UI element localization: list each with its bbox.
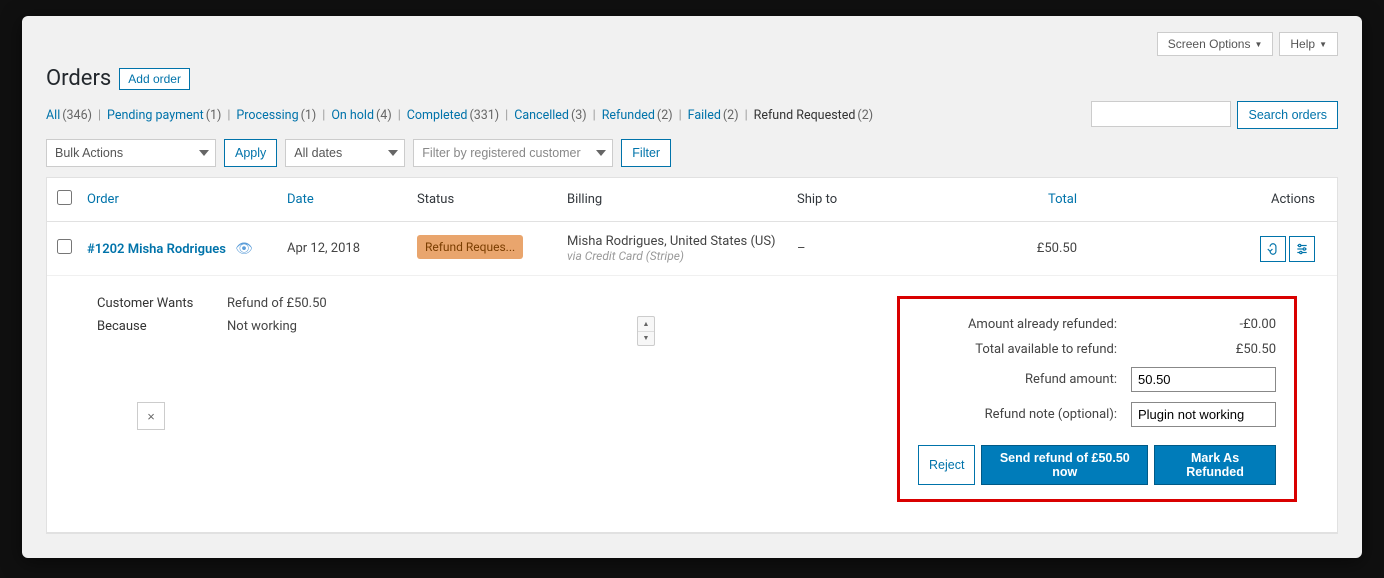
col-billing: Billing (567, 192, 797, 207)
close-button[interactable]: × (137, 402, 165, 430)
col-date[interactable]: Date (287, 192, 417, 207)
stepper-down-icon[interactable]: ▼ (638, 332, 654, 346)
table-row: #1202 Misha Rodrigues 👁 Apr 12, 2018 Ref… (47, 222, 1337, 276)
expanded-refund-panel: Customer Wants Refund of £50.50 Because … (47, 276, 1337, 533)
total-cell: £50.50 (977, 241, 1077, 256)
stepper-up-icon[interactable]: ▲ (638, 317, 654, 332)
chevron-down-icon: ▼ (1254, 40, 1262, 49)
customer-filter-select[interactable]: Filter by registered customer (413, 139, 613, 167)
dates-select[interactable]: All dates (285, 139, 405, 167)
because-value: Not working (227, 319, 297, 334)
orders-page: Screen Options ▼ Help ▼ Orders Add order… (22, 16, 1362, 558)
billing-cell: Misha Rodrigues, United States (US) via … (567, 234, 797, 263)
col-total[interactable]: Total (977, 192, 1077, 207)
filter-refund-requested[interactable]: Refund Requested (754, 108, 856, 123)
filter-processing[interactable]: Processing (236, 108, 298, 123)
filter-pending[interactable]: Pending payment (107, 108, 204, 123)
refund-note-label: Refund note (optional): (918, 407, 1117, 422)
already-refunded-value: -£0.00 (1131, 317, 1276, 332)
col-ship: Ship to (797, 192, 977, 207)
refund-form: Amount already refunded: -£0.00 Total av… (897, 296, 1297, 502)
order-link[interactable]: #1202 Misha Rodrigues (87, 242, 226, 257)
select-all-checkbox[interactable] (57, 190, 72, 205)
action-settings-icon[interactable] (1289, 236, 1315, 262)
help-label: Help (1290, 37, 1315, 51)
action-refund-icon[interactable] (1260, 236, 1286, 262)
billing-name: Misha Rodrigues, United States (US) (567, 234, 797, 249)
search-orders-button[interactable]: Search orders (1237, 101, 1338, 129)
available-refund-label: Total available to refund: (918, 342, 1117, 357)
because-label: Because (97, 319, 227, 334)
page-heading: Orders Add order (46, 66, 1338, 91)
already-refunded-label: Amount already refunded: (918, 317, 1117, 332)
eye-icon[interactable]: 👁 (235, 241, 253, 257)
filter-completed[interactable]: Completed (407, 108, 468, 123)
row-checkbox[interactable] (57, 239, 72, 254)
apply-button[interactable]: Apply (224, 139, 277, 167)
status-badge: Refund Reques... (417, 235, 523, 259)
top-controls: Screen Options ▼ Help ▼ (46, 32, 1338, 56)
col-status: Status (417, 192, 567, 207)
filter-failed[interactable]: Failed (688, 108, 721, 123)
table-header: Order Date Status Billing Ship to Total … (47, 178, 1337, 222)
filter-all[interactable]: All (46, 108, 60, 123)
order-date: Apr 12, 2018 (287, 241, 417, 256)
add-order-button[interactable]: Add order (119, 68, 190, 90)
col-order[interactable]: Order (87, 192, 287, 207)
screen-options-label: Screen Options (1168, 37, 1251, 51)
send-refund-button[interactable]: Send refund of £50.50 now (981, 445, 1148, 485)
reject-button[interactable]: Reject (918, 445, 975, 485)
mark-refunded-button[interactable]: Mark As Refunded (1154, 445, 1276, 485)
quantity-stepper[interactable]: ▲ ▼ (637, 316, 655, 346)
search-input[interactable] (1091, 101, 1231, 127)
refund-note-input[interactable] (1131, 402, 1276, 427)
bulk-filter-row: Bulk Actions Apply All dates Filter by r… (46, 139, 1338, 167)
filter-refunded[interactable]: Refunded (602, 108, 655, 123)
status-filter-tabs: All (346) | Pending payment (1) | Proces… (46, 101, 1338, 129)
col-actions: Actions (1077, 192, 1327, 207)
ship-cell: – (797, 241, 977, 256)
filter-cancelled[interactable]: Cancelled (514, 108, 569, 123)
filter-onhold[interactable]: On hold (331, 108, 374, 123)
billing-method: via Credit Card (Stripe) (567, 249, 797, 263)
refund-amount-label: Refund amount: (918, 372, 1117, 387)
filter-button[interactable]: Filter (621, 139, 671, 167)
available-refund-value: £50.50 (1131, 342, 1276, 357)
customer-wants-value: Refund of £50.50 (227, 296, 327, 311)
chevron-down-icon: ▼ (1319, 40, 1327, 49)
help-button[interactable]: Help ▼ (1279, 32, 1338, 56)
screen-options-button[interactable]: Screen Options ▼ (1157, 32, 1274, 56)
page-title: Orders (46, 66, 111, 91)
refund-request-details: Customer Wants Refund of £50.50 Because … (57, 296, 597, 502)
refund-amount-input[interactable] (1131, 367, 1276, 392)
orders-table: Order Date Status Billing Ship to Total … (46, 177, 1338, 534)
customer-wants-label: Customer Wants (97, 296, 227, 311)
bulk-actions-select[interactable]: Bulk Actions (46, 139, 216, 167)
